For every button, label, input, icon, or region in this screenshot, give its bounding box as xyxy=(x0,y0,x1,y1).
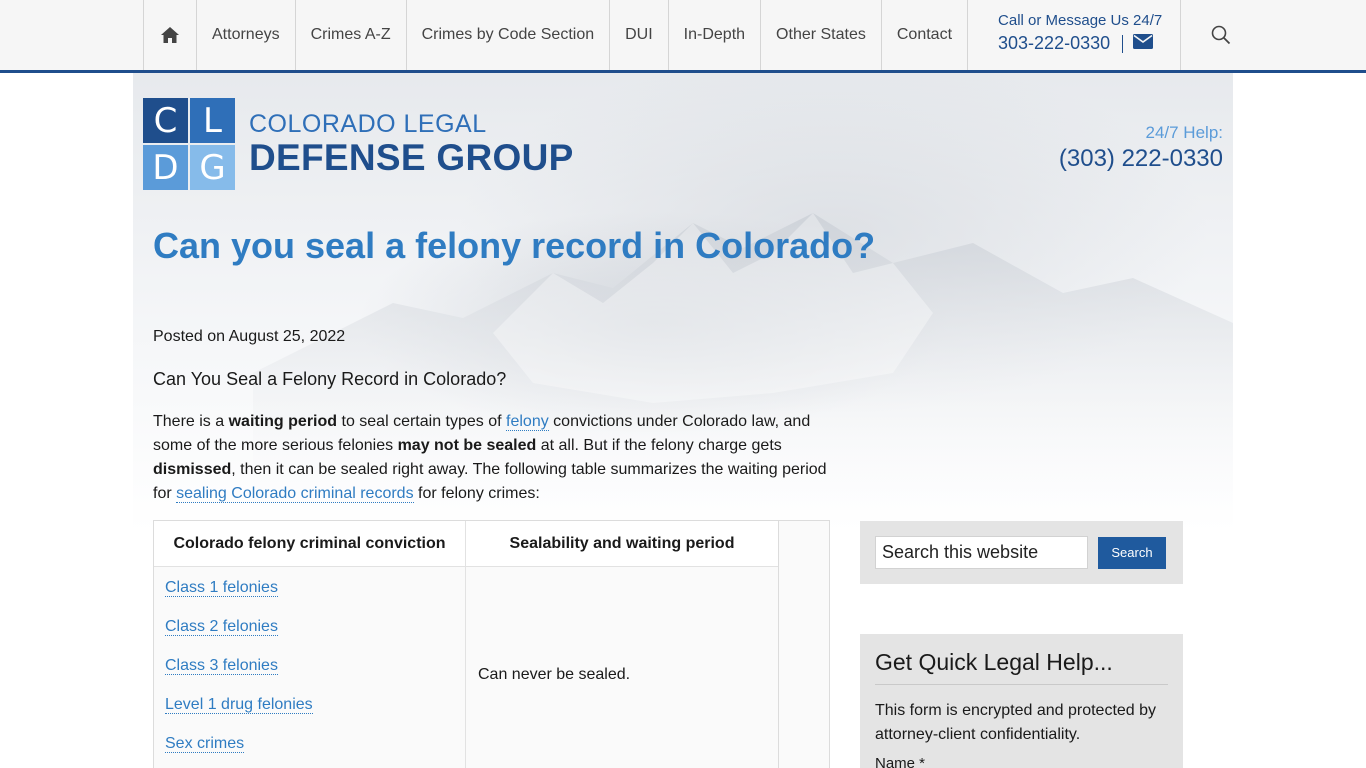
felony-link[interactable]: felony xyxy=(506,413,549,431)
class-3-felonies-link[interactable]: Class 3 felonies xyxy=(165,657,278,675)
level-1-drug-felonies-link[interactable]: Level 1 drug felonies xyxy=(165,696,313,714)
envelope-icon xyxy=(1133,34,1154,49)
quick-legal-help-form: Get Quick Legal Help... This form is enc… xyxy=(860,634,1183,768)
site-logo[interactable]: C L D G COLORADO LEGAL DEFENSE GROUP xyxy=(143,98,574,190)
para-text: at all. But if the felony charge gets xyxy=(536,437,782,454)
table-column-waiting-period: Sealability and waiting period Can never… xyxy=(466,521,779,768)
help-phone-block: 24/7 Help: (303) 222-0330 xyxy=(1059,123,1223,173)
home-icon xyxy=(161,27,179,43)
logo-line-1: COLORADO LEGAL xyxy=(249,110,487,138)
sidebar-search: Search xyxy=(860,521,1183,584)
top-navigation: Attorneys Crimes A-Z Crimes by Code Sect… xyxy=(0,0,1366,73)
logo-wordmark: COLORADO LEGAL DEFENSE GROUP xyxy=(249,110,574,178)
intro-paragraph: There is a waiting period to seal certai… xyxy=(153,410,833,506)
nav-contact[interactable]: Contact xyxy=(880,0,967,70)
page-title: Can you seal a felony record in Colorado… xyxy=(153,225,876,266)
nav-in-depth[interactable]: In-Depth xyxy=(667,0,760,70)
form-name-label: Name * xyxy=(875,755,926,768)
nav-attorneys[interactable]: Attorneys xyxy=(196,0,295,70)
table-header-conviction: Colorado felony criminal conviction xyxy=(154,521,465,567)
sex-crimes-link[interactable]: Sex crimes xyxy=(165,735,245,753)
form-heading: Get Quick Legal Help... xyxy=(875,649,1168,685)
help-phone-link[interactable]: (303) 222-0330 xyxy=(1059,145,1223,173)
table-header-waiting-period: Sealability and waiting period xyxy=(466,521,778,567)
sealing-records-link[interactable]: sealing Colorado criminal records xyxy=(176,485,414,503)
table-column-conviction: Colorado felony criminal conviction Clas… xyxy=(154,521,466,768)
para-bold: waiting period xyxy=(228,413,338,430)
nav-dui[interactable]: DUI xyxy=(609,0,668,70)
call-caption: Call or Message Us 24/7 xyxy=(998,12,1163,29)
email-link[interactable] xyxy=(1133,33,1154,54)
nav-search-button[interactable] xyxy=(1181,0,1261,70)
posted-date: Posted on August 25, 2022 xyxy=(153,328,346,345)
logo-line-2: DEFENSE GROUP xyxy=(249,137,574,178)
form-description: This form is encrypted and protected by … xyxy=(875,702,1157,743)
call-number-link[interactable]: 303-222-0330 xyxy=(998,33,1110,54)
para-text: for felony crimes: xyxy=(413,485,540,502)
felony-sealing-table: Colorado felony criminal conviction Clas… xyxy=(153,520,830,768)
nav-call-block: Call or Message Us 24/7 303-222-0330 xyxy=(967,0,1182,70)
nav-crimes-by-code-section[interactable]: Crimes by Code Section xyxy=(405,0,610,70)
nav-other-states[interactable]: Other States xyxy=(760,0,881,70)
para-text: to seal certain types of xyxy=(337,413,507,430)
sidebar-search-input[interactable] xyxy=(875,536,1088,569)
search-icon xyxy=(1211,25,1231,45)
table-cell-conviction-list: Class 1 felonies Class 2 felonies Class … xyxy=(154,567,465,768)
para-text: There is a xyxy=(153,413,229,430)
para-bold: dismissed xyxy=(153,461,232,478)
logo-letter-c: C xyxy=(143,98,188,143)
class-1-felonies-link[interactable]: Class 1 felonies xyxy=(165,579,278,597)
logo-letter-d: D xyxy=(143,145,188,190)
nav-crimes-a-z[interactable]: Crimes A-Z xyxy=(294,0,406,70)
logo-letter-l: L xyxy=(190,98,235,143)
divider xyxy=(1122,34,1124,53)
article-subheading: Can You Seal a Felony Record in Colorado… xyxy=(153,369,507,389)
sidebar-search-button[interactable]: Search xyxy=(1098,536,1166,569)
class-2-felonies-link[interactable]: Class 2 felonies xyxy=(165,618,278,636)
logo-mark: C L D G xyxy=(143,98,235,190)
nav-home[interactable] xyxy=(143,0,196,70)
para-bold: may not be sealed xyxy=(397,437,537,454)
help-caption: 24/7 Help: xyxy=(1145,123,1224,142)
logo-letter-g: G xyxy=(190,145,235,190)
table-cell-waiting-period: Can never be sealed. xyxy=(478,666,631,683)
